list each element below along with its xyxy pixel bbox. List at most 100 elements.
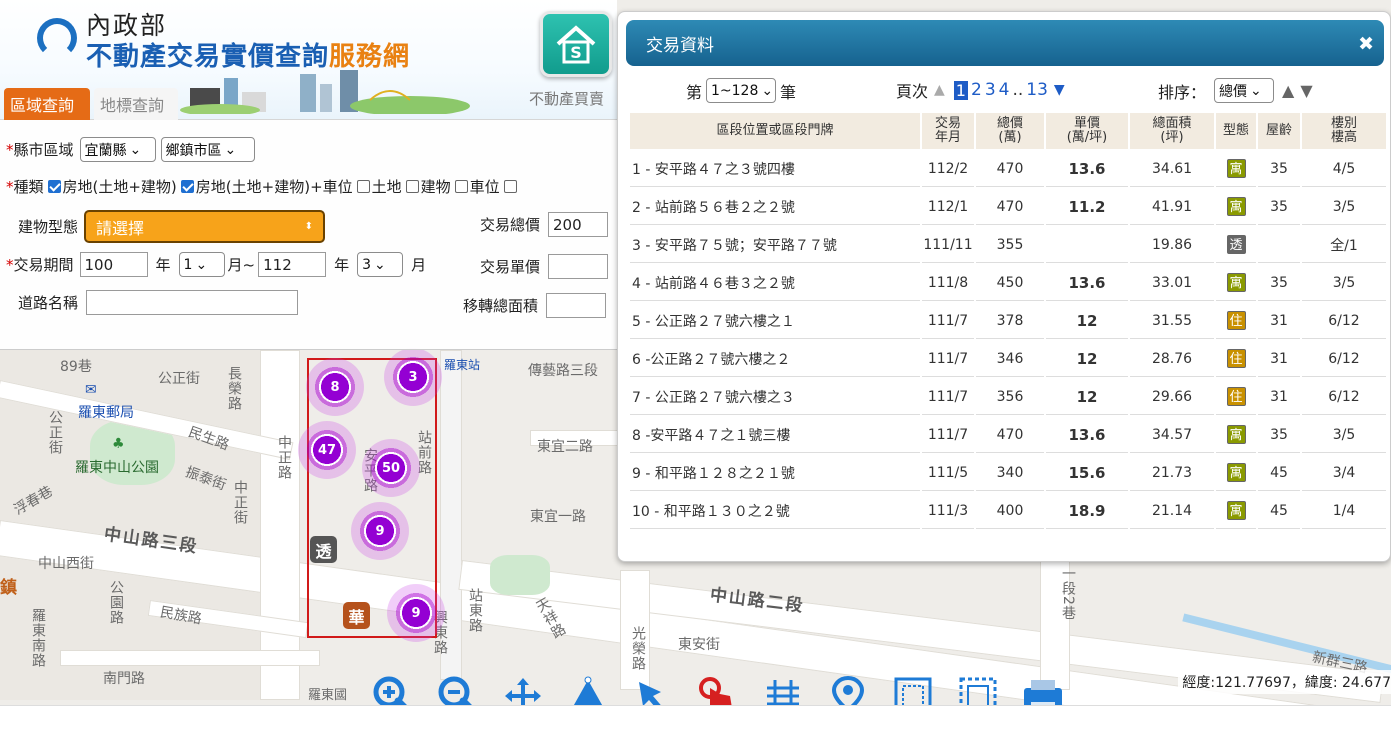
table-row[interactable]: 7 - 公正路２７號六樓之３ 111/7 356 12 29.66 住 31 6/12 xyxy=(630,379,1386,415)
tab-landmark-search[interactable]: 地標查詢 xyxy=(94,88,178,120)
page-link[interactable]: 13 xyxy=(1026,80,1048,100)
row-unit-price: 13.6 xyxy=(1046,417,1128,453)
row-type: 住 xyxy=(1216,341,1256,377)
sort-select[interactable]: 總價 ⌄ xyxy=(1214,78,1275,103)
page-link[interactable]: 2 xyxy=(971,80,982,100)
row-type: 寓 xyxy=(1216,455,1256,491)
row-age: 45 xyxy=(1258,455,1300,491)
table-row[interactable]: 6 -公正路２７號六樓之２ 111/7 346 12 28.76 住 31 6/12 xyxy=(630,341,1386,377)
transaction-table: 區段位置或區段門牌 交易 年月 總價 (萬) 單價 (萬/坪) 總面積 (坪) … xyxy=(628,111,1388,531)
type-checkbox-4[interactable] xyxy=(405,180,419,193)
row-floor: 3/5 xyxy=(1302,265,1386,301)
row-total-price: 340 xyxy=(976,455,1044,491)
row-floor: 6/12 xyxy=(1302,341,1386,377)
app-label[interactable]: 不動產買賣 xyxy=(529,88,617,109)
month-from-select[interactable]: 1 ⌄ xyxy=(178,252,225,277)
type-checkbox-6[interactable] xyxy=(503,180,517,193)
table-row[interactable]: 2 - 站前路５６巷２之２號 112/1 470 11.2 41.91 寓 35 3/5 xyxy=(630,189,1386,225)
row-total-price: 470 xyxy=(976,151,1044,187)
chevron-down-icon: ⌄ xyxy=(224,141,237,158)
row-unit-price: 12 xyxy=(1046,341,1128,377)
column-header[interactable]: 單價 (萬/坪) xyxy=(1046,113,1128,149)
table-row[interactable]: 4 - 站前路４６巷３之２號 111/8 450 13.6 33.01 寓 35 3/5 xyxy=(630,265,1386,301)
row-area: 33.01 xyxy=(1130,265,1214,301)
sort-asc-icon[interactable]: ▲ xyxy=(1282,81,1294,100)
table-row[interactable]: 1 - 安平路４７之３號四樓 112/2 470 13.6 34.61 寓 35 4/5 xyxy=(630,151,1386,187)
table-row[interactable]: 10 - 和平路１３０之２號 111/3 400 18.9 21.14 寓 45 1/4 xyxy=(630,493,1386,529)
column-header[interactable]: 總面積 (坪) xyxy=(1130,113,1214,149)
cluster-marker[interactable]: 50 xyxy=(362,439,420,497)
unit-price-input[interactable] xyxy=(548,254,609,279)
column-header[interactable]: 型態 xyxy=(1216,113,1256,149)
page-up-icon[interactable]: ▲ xyxy=(934,82,945,98)
row-type: 住 xyxy=(1216,303,1256,339)
page-link[interactable]: 3 xyxy=(985,80,996,100)
row-address: 3 - 安平路７５號；安平路７７號 xyxy=(630,227,920,263)
page-link[interactable]: 1 xyxy=(953,80,968,100)
hua-house-marker[interactable]: 華 xyxy=(343,602,370,629)
column-header[interactable]: 總價 (萬) xyxy=(976,113,1044,149)
close-icon[interactable]: ✖ xyxy=(1358,33,1374,55)
year-to-input[interactable]: 112 xyxy=(258,252,327,277)
area-input[interactable] xyxy=(546,293,607,318)
type-checkbox-2[interactable] xyxy=(180,180,194,193)
table-row[interactable]: 3 - 安平路７５號；安平路７７號 111/11 355 19.86 透 全/1 xyxy=(630,227,1386,263)
type-badge: 寓 xyxy=(1226,501,1246,520)
row-unit-price: 13.6 xyxy=(1046,265,1128,301)
cluster-marker[interactable]: 47 xyxy=(298,421,356,479)
row-date: 112/2 xyxy=(922,151,974,187)
type-checkbox-3[interactable] xyxy=(356,180,370,193)
total-price-input[interactable]: 200 xyxy=(548,212,609,237)
page-down-icon[interactable]: ▼ xyxy=(1054,82,1065,98)
row-type: 寓 xyxy=(1216,493,1256,529)
column-header[interactable]: 交易 年月 xyxy=(922,113,974,149)
column-header[interactable]: 區段位置或區段門牌 xyxy=(630,113,920,149)
tab-region-search[interactable]: 區域查詢 xyxy=(4,88,90,120)
row-address: 7 - 公正路２７號六樓之３ xyxy=(630,379,920,415)
brand-main: 不動產交易實價查詢 xyxy=(86,42,330,72)
row-date: 111/7 xyxy=(922,417,974,453)
type-checkbox-1[interactable] xyxy=(47,180,61,193)
type-badge: 寓 xyxy=(1226,159,1246,178)
row-floor: 4/5 xyxy=(1302,151,1386,187)
row-area: 34.61 xyxy=(1130,151,1214,187)
map-label: ♣ xyxy=(112,436,125,452)
cluster-marker[interactable]: 8 xyxy=(306,358,364,416)
month-to-select[interactable]: 3 ⌄ xyxy=(357,252,404,277)
row-total-price: 356 xyxy=(976,379,1044,415)
row-date: 111/7 xyxy=(922,303,974,339)
column-header[interactable]: 樓別 樓高 xyxy=(1302,113,1386,149)
row-total-price: 400 xyxy=(976,493,1044,529)
type-option-label: 房地(土地+建物) xyxy=(62,178,177,196)
county-select[interactable]: 宜蘭縣 ⌄ xyxy=(79,137,156,162)
district-select[interactable]: 鄉鎮市區 ⌄ xyxy=(160,137,255,162)
type-checkbox-5[interactable] xyxy=(454,180,468,193)
map-label: 羅東站 xyxy=(444,358,481,372)
cluster-marker[interactable]: 9 xyxy=(387,584,445,642)
transparent-house-marker[interactable]: 透 xyxy=(310,536,337,563)
table-row[interactable]: 5 - 公正路２７號六樓之１ 111/7 378 12 31.55 住 31 6/12 xyxy=(630,303,1386,339)
type-option-label: 土地 xyxy=(371,178,402,196)
updown-icon: ⬍ xyxy=(304,221,314,232)
range-select[interactable]: 1~128 ⌄ xyxy=(706,78,777,103)
map-label: 鎮 xyxy=(0,578,17,598)
sort-desc-icon[interactable]: ▼ xyxy=(1300,81,1312,100)
table-row[interactable]: 8 -安平路４７之１號三樓 111/7 470 13.6 34.57 寓 35 3/5 xyxy=(630,417,1386,453)
type-badge: 寓 xyxy=(1226,273,1246,292)
year-from-input[interactable]: 100 xyxy=(79,252,148,277)
row-unit-price xyxy=(1046,227,1128,263)
cluster-marker[interactable]: 9 xyxy=(351,502,409,560)
column-header[interactable]: 屋齡 xyxy=(1258,113,1300,149)
site-header: 內政部 不動產交易實價查詢服務網 S 不動產買賣 區域查詢 地標查詢 xyxy=(0,0,617,120)
road-name-input[interactable] xyxy=(86,290,299,315)
cluster-marker[interactable]: 3 xyxy=(384,348,442,406)
svg-text:S: S xyxy=(570,43,582,62)
map-label: 公正街 xyxy=(47,410,63,455)
row-type: 透 xyxy=(1216,227,1256,263)
building-type-select[interactable]: 請選擇 ⬍ xyxy=(84,210,326,243)
chevron-down-icon: ⌄ xyxy=(761,82,774,99)
page-link[interactable]: 4 xyxy=(999,80,1010,100)
real-estate-app-icon[interactable]: S xyxy=(540,11,612,77)
row-type: 寓 xyxy=(1216,265,1256,301)
table-row[interactable]: 9 - 和平路１２８之２１號 111/5 340 15.6 21.73 寓 45 3/4 xyxy=(630,455,1386,491)
